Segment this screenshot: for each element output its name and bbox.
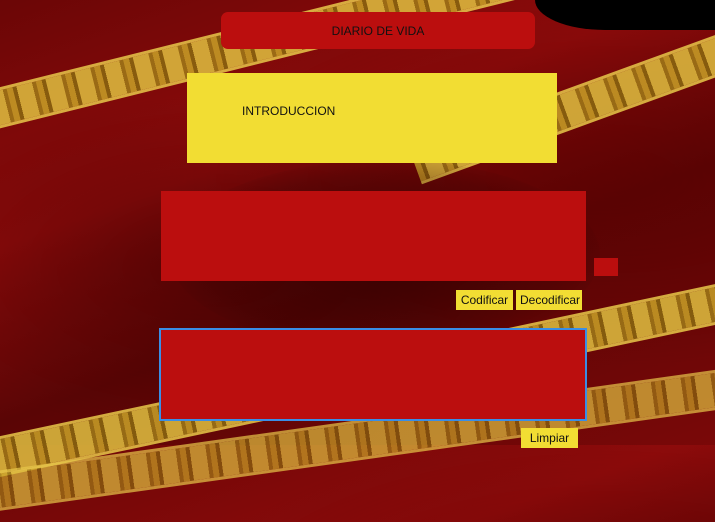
encode-button[interactable]: Codificar [456, 290, 513, 310]
intro-label: INTRODUCCION [242, 104, 336, 118]
intro-panel: INTRODUCCION [187, 73, 557, 163]
page-title: DIARIO DE VIDA [221, 12, 535, 49]
input-resize-handle[interactable] [594, 258, 618, 276]
decode-button[interactable]: Decodificar [516, 290, 582, 310]
background-corner [535, 0, 715, 30]
page-title-text: DIARIO DE VIDA [331, 23, 425, 38]
diary-output-textarea[interactable] [159, 328, 587, 421]
clear-button[interactable]: Limpiar [521, 428, 578, 448]
diary-input-textarea[interactable] [161, 191, 586, 281]
